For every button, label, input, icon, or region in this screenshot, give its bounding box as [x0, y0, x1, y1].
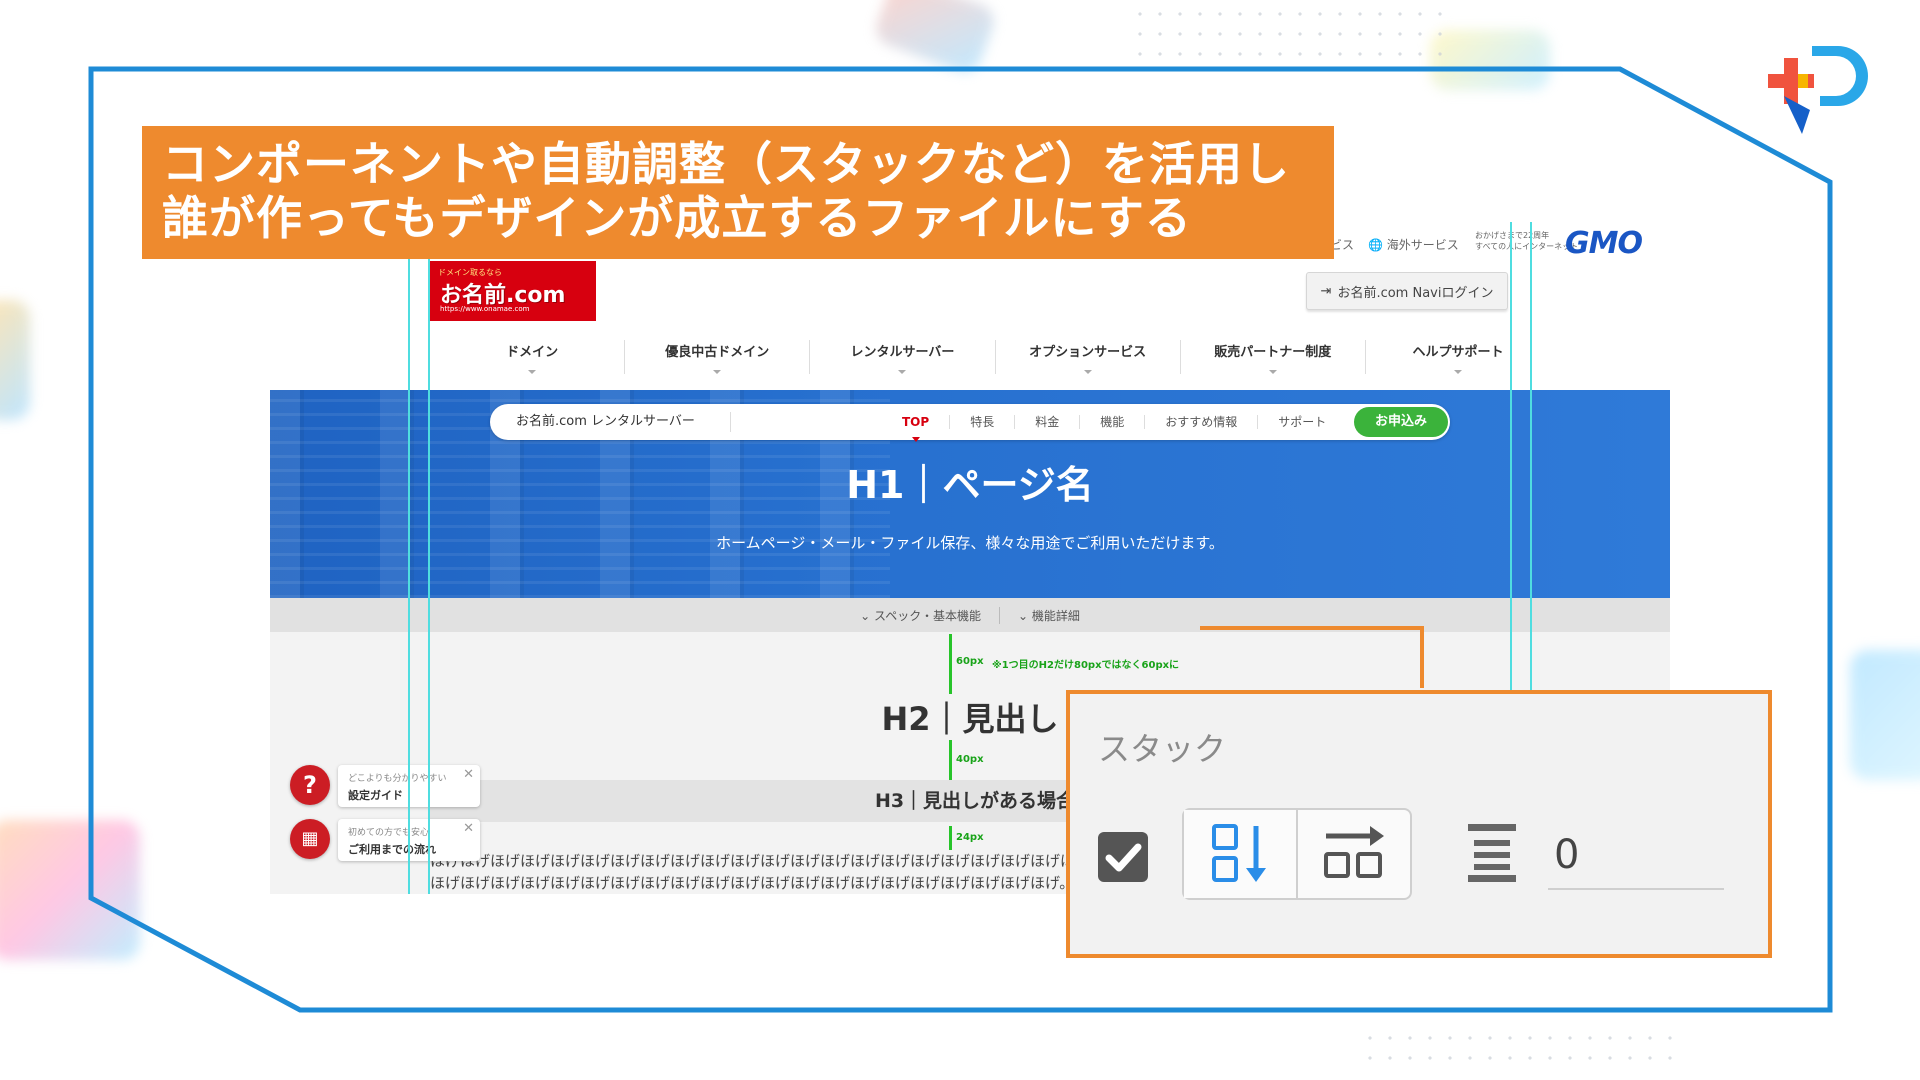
tab-features[interactable]: 特長 — [950, 415, 1016, 429]
nav-item-option-service[interactable]: オプションサービス — [996, 340, 1181, 374]
callout-connector — [1420, 626, 1424, 688]
topbar-overseas-link[interactable]: 🌐 海外サービス — [1368, 236, 1459, 253]
navi-login-label: お名前.com Naviログイン — [1337, 285, 1494, 301]
tab-top[interactable]: TOP — [882, 415, 951, 429]
spacing-marker-40 — [949, 740, 952, 780]
stack-checkbox[interactable] — [1098, 832, 1148, 882]
login-icon: ⇥ — [1320, 283, 1332, 299]
spacing-label-60: 60px — [956, 656, 984, 667]
tab-recommend[interactable]: おすすめ情報 — [1145, 415, 1259, 429]
main-nav: ドメイン 優良中古ドメイン レンタルサーバー オプションサービス 販売パートナー… — [440, 340, 1550, 374]
layout-guide-line — [1510, 222, 1512, 690]
tab-support[interactable]: サポート — [1258, 415, 1346, 429]
callout-connector — [1200, 626, 1424, 630]
nav-item-used-domain[interactable]: 優良中古ドメイン — [625, 340, 811, 374]
tab-functions[interactable]: 機能 — [1080, 415, 1146, 429]
close-icon[interactable]: ✕ — [463, 821, 474, 836]
stack-direction-toggle — [1182, 808, 1412, 900]
hero-title: H1｜ページ名 — [846, 463, 1094, 507]
gmo-logo[interactable]: GMO — [1565, 226, 1643, 261]
spacing-marker-24 — [949, 826, 952, 850]
anniversary-line2: すべての人にインターネット — [1475, 242, 1579, 251]
subnav-divider — [730, 412, 731, 432]
stack-panel: スタック 0 — [1066, 690, 1772, 958]
apply-button[interactable]: お申込み — [1354, 407, 1448, 437]
stack-vertical-icon — [1212, 824, 1266, 882]
subnav-brand[interactable]: お名前.com レンタルサーバー — [516, 404, 695, 440]
subnav-tabs: TOP 特長 料金 機能 おすすめ情報 サポート — [882, 404, 1346, 440]
body-text-line2: ほげほげほげほげほげほげほげほげほげほげほげほげほげほげほげほげほげほげほげほげ… — [430, 874, 1075, 892]
nav-item-domain[interactable]: ドメイン — [440, 340, 626, 374]
check-icon — [1105, 843, 1142, 872]
stack-panel-title: スタック — [1098, 730, 1227, 768]
globe-icon: 🌐 — [1368, 238, 1383, 252]
anchor-link-detail-label: 機能詳細 — [1031, 608, 1080, 623]
layout-guide-line — [428, 222, 430, 894]
nav-item-help[interactable]: ヘルプサポート — [1366, 340, 1550, 374]
spacing-icon — [1468, 824, 1516, 882]
nav-item-partner[interactable]: 販売パートナー制度 — [1181, 340, 1366, 374]
slide-title-line2: 誰が作ってもデザインが成立するファイルにする — [162, 191, 1192, 245]
close-icon[interactable]: ✕ — [463, 767, 474, 782]
direction-horizontal-button[interactable] — [1296, 810, 1410, 898]
spacing-note: ※1つ目のH2だけ80pxではなく60pxに — [992, 660, 1180, 671]
spacing-input[interactable]: 0 — [1548, 820, 1724, 890]
direction-vertical-button[interactable] — [1184, 810, 1296, 898]
side-card-flow-sub: 初めての方でも安心 — [348, 828, 430, 838]
anchor-link-spec-label: スペック・基本機能 — [874, 608, 981, 623]
nav-item-rental-server[interactable]: レンタルサーバー — [810, 340, 996, 374]
hero-section: お名前.com レンタルサーバー TOP 特長 料金 機能 おすすめ情報 サポー… — [270, 390, 1670, 598]
spacing-label-24: 24px — [956, 832, 984, 843]
spacing-label-40: 40px — [956, 754, 984, 765]
chevron-down-icon: ⌄ — [860, 608, 871, 623]
spacing-marker-60 — [949, 634, 952, 694]
calendar-icon[interactable]: ▦ — [290, 819, 330, 859]
anniversary-text: おかげさまで22周年 すべての人にインターネット — [1475, 230, 1578, 252]
topbar-overseas-label: 海外サービス — [1386, 238, 1459, 252]
anchor-nav: ⌄ スペック・基本機能 ⌄ 機能詳細 — [270, 598, 1670, 632]
anniversary-line1: おかげさまで22周年 — [1475, 231, 1550, 240]
slide-title-banner: コンポーネントや自動調整（スタックなど）を活用し 誰が作ってもデザインが成立する… — [142, 126, 1334, 259]
layout-guide-line — [408, 222, 410, 894]
side-card-guide-sub: どこよりも分かりやすい — [348, 774, 447, 784]
brand-logo-icon — [1768, 46, 1868, 134]
question-icon[interactable]: ? — [290, 765, 330, 805]
anchor-link-detail[interactable]: ⌄ 機能詳細 — [998, 606, 1098, 624]
navi-login-button[interactable]: ⇥ お名前.com Naviログイン — [1306, 272, 1508, 310]
sub-nav: お名前.com レンタルサーバー TOP 特長 料金 機能 おすすめ情報 サポー… — [490, 404, 1450, 440]
side-card-flow-title: ご利用までの流れ — [348, 843, 436, 856]
anchor-link-spec[interactable]: ⌄ スペック・基本機能 — [842, 607, 999, 624]
onamae-logo[interactable]: ドメイン取るなら お名前.com https://www.onamae.com — [430, 261, 596, 321]
slide-title-line1: コンポーネントや自動調整（スタックなど）を活用し — [162, 137, 1290, 191]
chevron-down-icon: ⌄ — [1017, 608, 1029, 623]
tab-pricing[interactable]: 料金 — [1015, 415, 1081, 429]
hero-lead: ホームページ・メール・ファイル保存、様々な用途でご利用いただけます。 — [716, 534, 1224, 552]
stack-horizontal-icon — [1324, 826, 1384, 878]
logo-url: https://www.onamae.com — [440, 305, 530, 313]
side-card-guide-title: 設定ガイド — [348, 789, 403, 802]
layout-guide-line — [1530, 222, 1532, 690]
